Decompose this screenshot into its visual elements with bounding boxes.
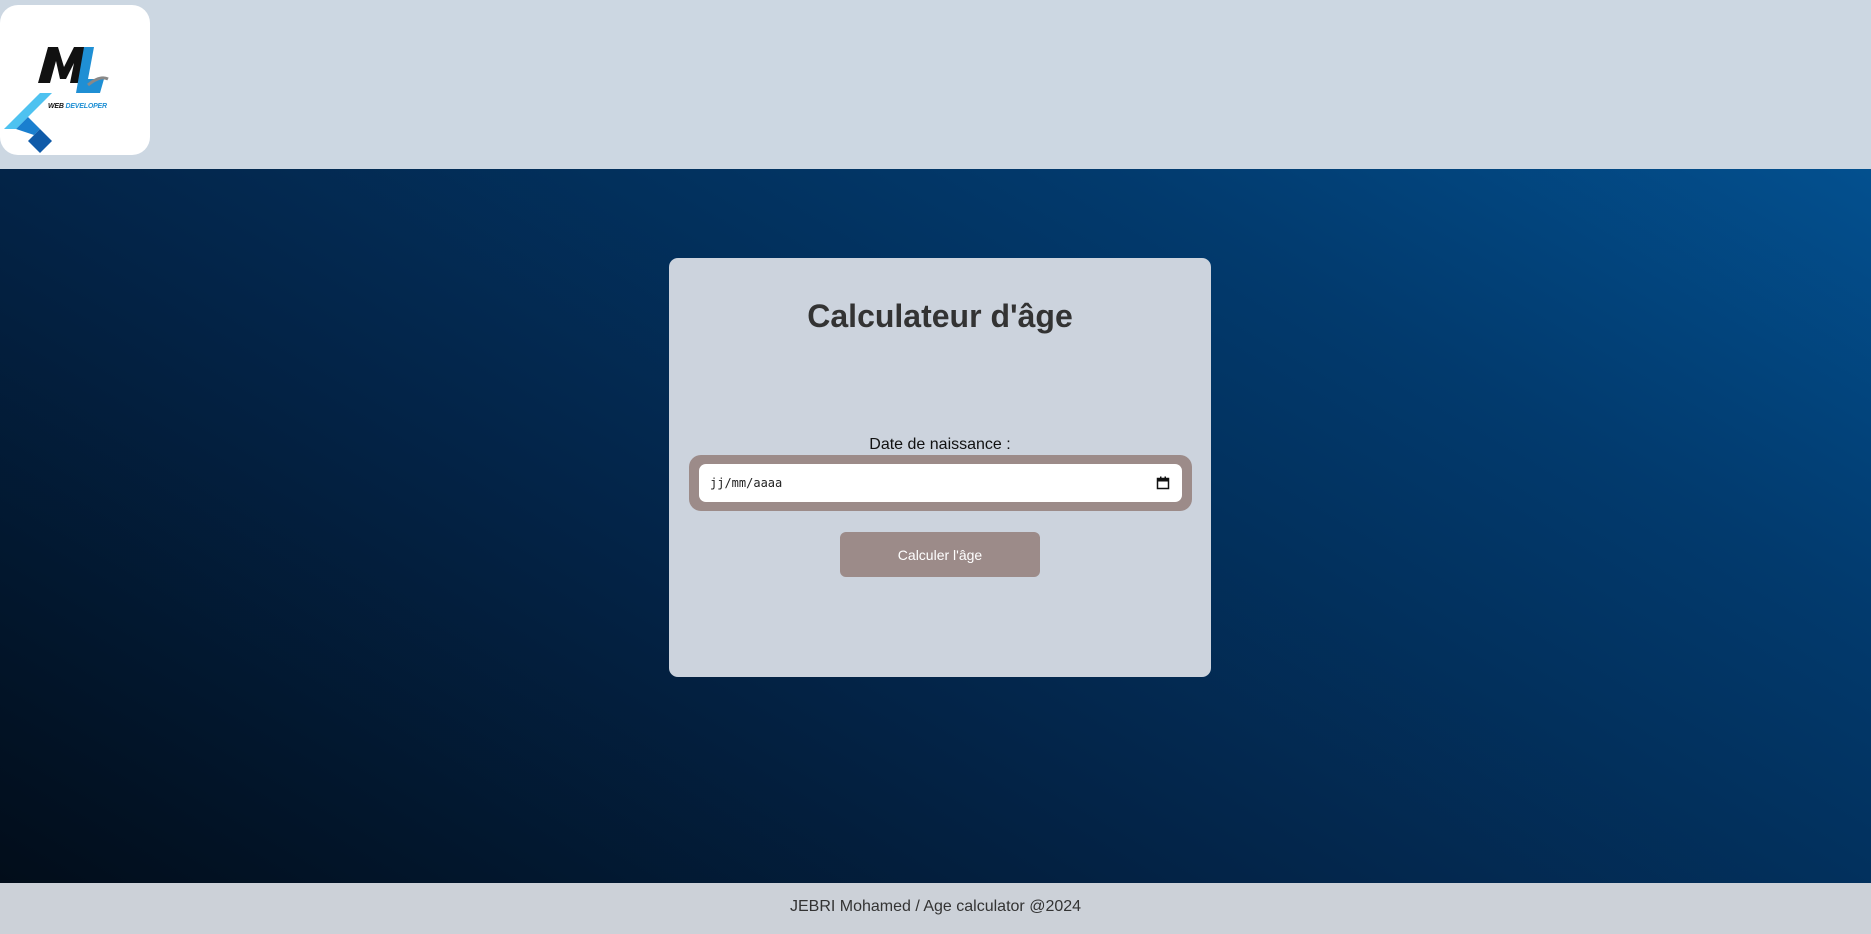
footer: JEBRI Mohamed / Age calculator @2024 <box>0 883 1871 934</box>
logo-caption-web: WEB <box>48 103 64 110</box>
birthdate-input-frame: jj/mm/aaaa <box>689 455 1192 511</box>
birthdate-label: Date de naissance : <box>869 436 1011 453</box>
footer-text: JEBRI Mohamed / Age calculator @2024 <box>789 898 1082 915</box>
logo-caption: WEB DEVELOPER <box>48 103 107 110</box>
ml-logo-icon <box>4 47 109 153</box>
birthdate-input[interactable]: jj/mm/aaaa <box>699 464 1182 502</box>
logo[interactable]: WEB DEVELOPER <box>0 5 150 155</box>
calendar-icon[interactable] <box>1156 476 1170 490</box>
page-title: Calculateur d'âge <box>807 298 1073 334</box>
logo-caption-developer: DEVELOPER <box>65 103 107 110</box>
birthdate-placeholder: jj/mm/aaaa <box>710 476 783 490</box>
age-calculator-card: Calculateur d'âge Date de naissance : jj… <box>669 258 1211 677</box>
calculate-age-button[interactable]: Calculer l'âge <box>840 532 1040 577</box>
page: WEB DEVELOPER Calculateur d'âge Date de … <box>0 0 1871 934</box>
header: WEB DEVELOPER <box>0 0 1871 169</box>
